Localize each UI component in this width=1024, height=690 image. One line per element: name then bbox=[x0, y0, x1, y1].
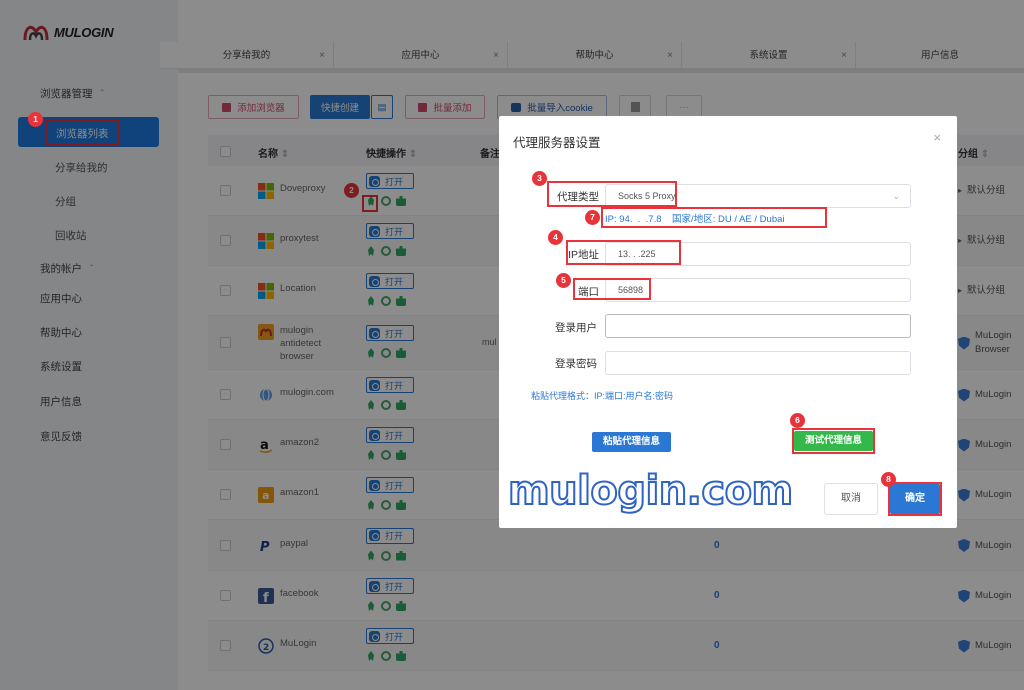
step-badge: 4 bbox=[548, 230, 563, 245]
paste-format-hint: 粘贴代理格式：IP:端口:用户名:密码 bbox=[531, 391, 674, 401]
highlight-box bbox=[601, 207, 827, 228]
cancel-button[interactable]: 取消 bbox=[824, 483, 878, 515]
dialog-title: 代理服务器设置 bbox=[513, 136, 601, 150]
highlight-box bbox=[888, 482, 942, 516]
highlight-box bbox=[566, 240, 681, 265]
highlight-box bbox=[792, 428, 875, 454]
proxy-settings-dialog: 代理服务器设置 × 代理类型 Socks 5 Proxy ⌄ IP: 94. . … bbox=[499, 116, 957, 528]
close-icon[interactable]: × bbox=[933, 130, 941, 145]
chevron-down-icon: ⌄ bbox=[892, 191, 900, 201]
highlight-box bbox=[573, 278, 651, 300]
paste-proxy-button[interactable]: 粘贴代理信息 bbox=[592, 432, 671, 452]
login-password-label: 登录密码 bbox=[555, 358, 597, 370]
step-badge: 7 bbox=[585, 210, 600, 225]
login-user-label: 登录用户 bbox=[555, 322, 597, 334]
step-badge: 1 bbox=[28, 112, 43, 127]
step-badge: 6 bbox=[790, 413, 805, 428]
step-badge: 3 bbox=[532, 171, 547, 186]
step-badge: 8 bbox=[881, 472, 896, 487]
watermark-text: mulogin.com bbox=[507, 467, 794, 515]
login-password-input[interactable] bbox=[605, 351, 911, 375]
highlight-box bbox=[547, 181, 677, 207]
step-badge: 5 bbox=[556, 273, 571, 288]
login-user-input[interactable] bbox=[605, 314, 911, 338]
